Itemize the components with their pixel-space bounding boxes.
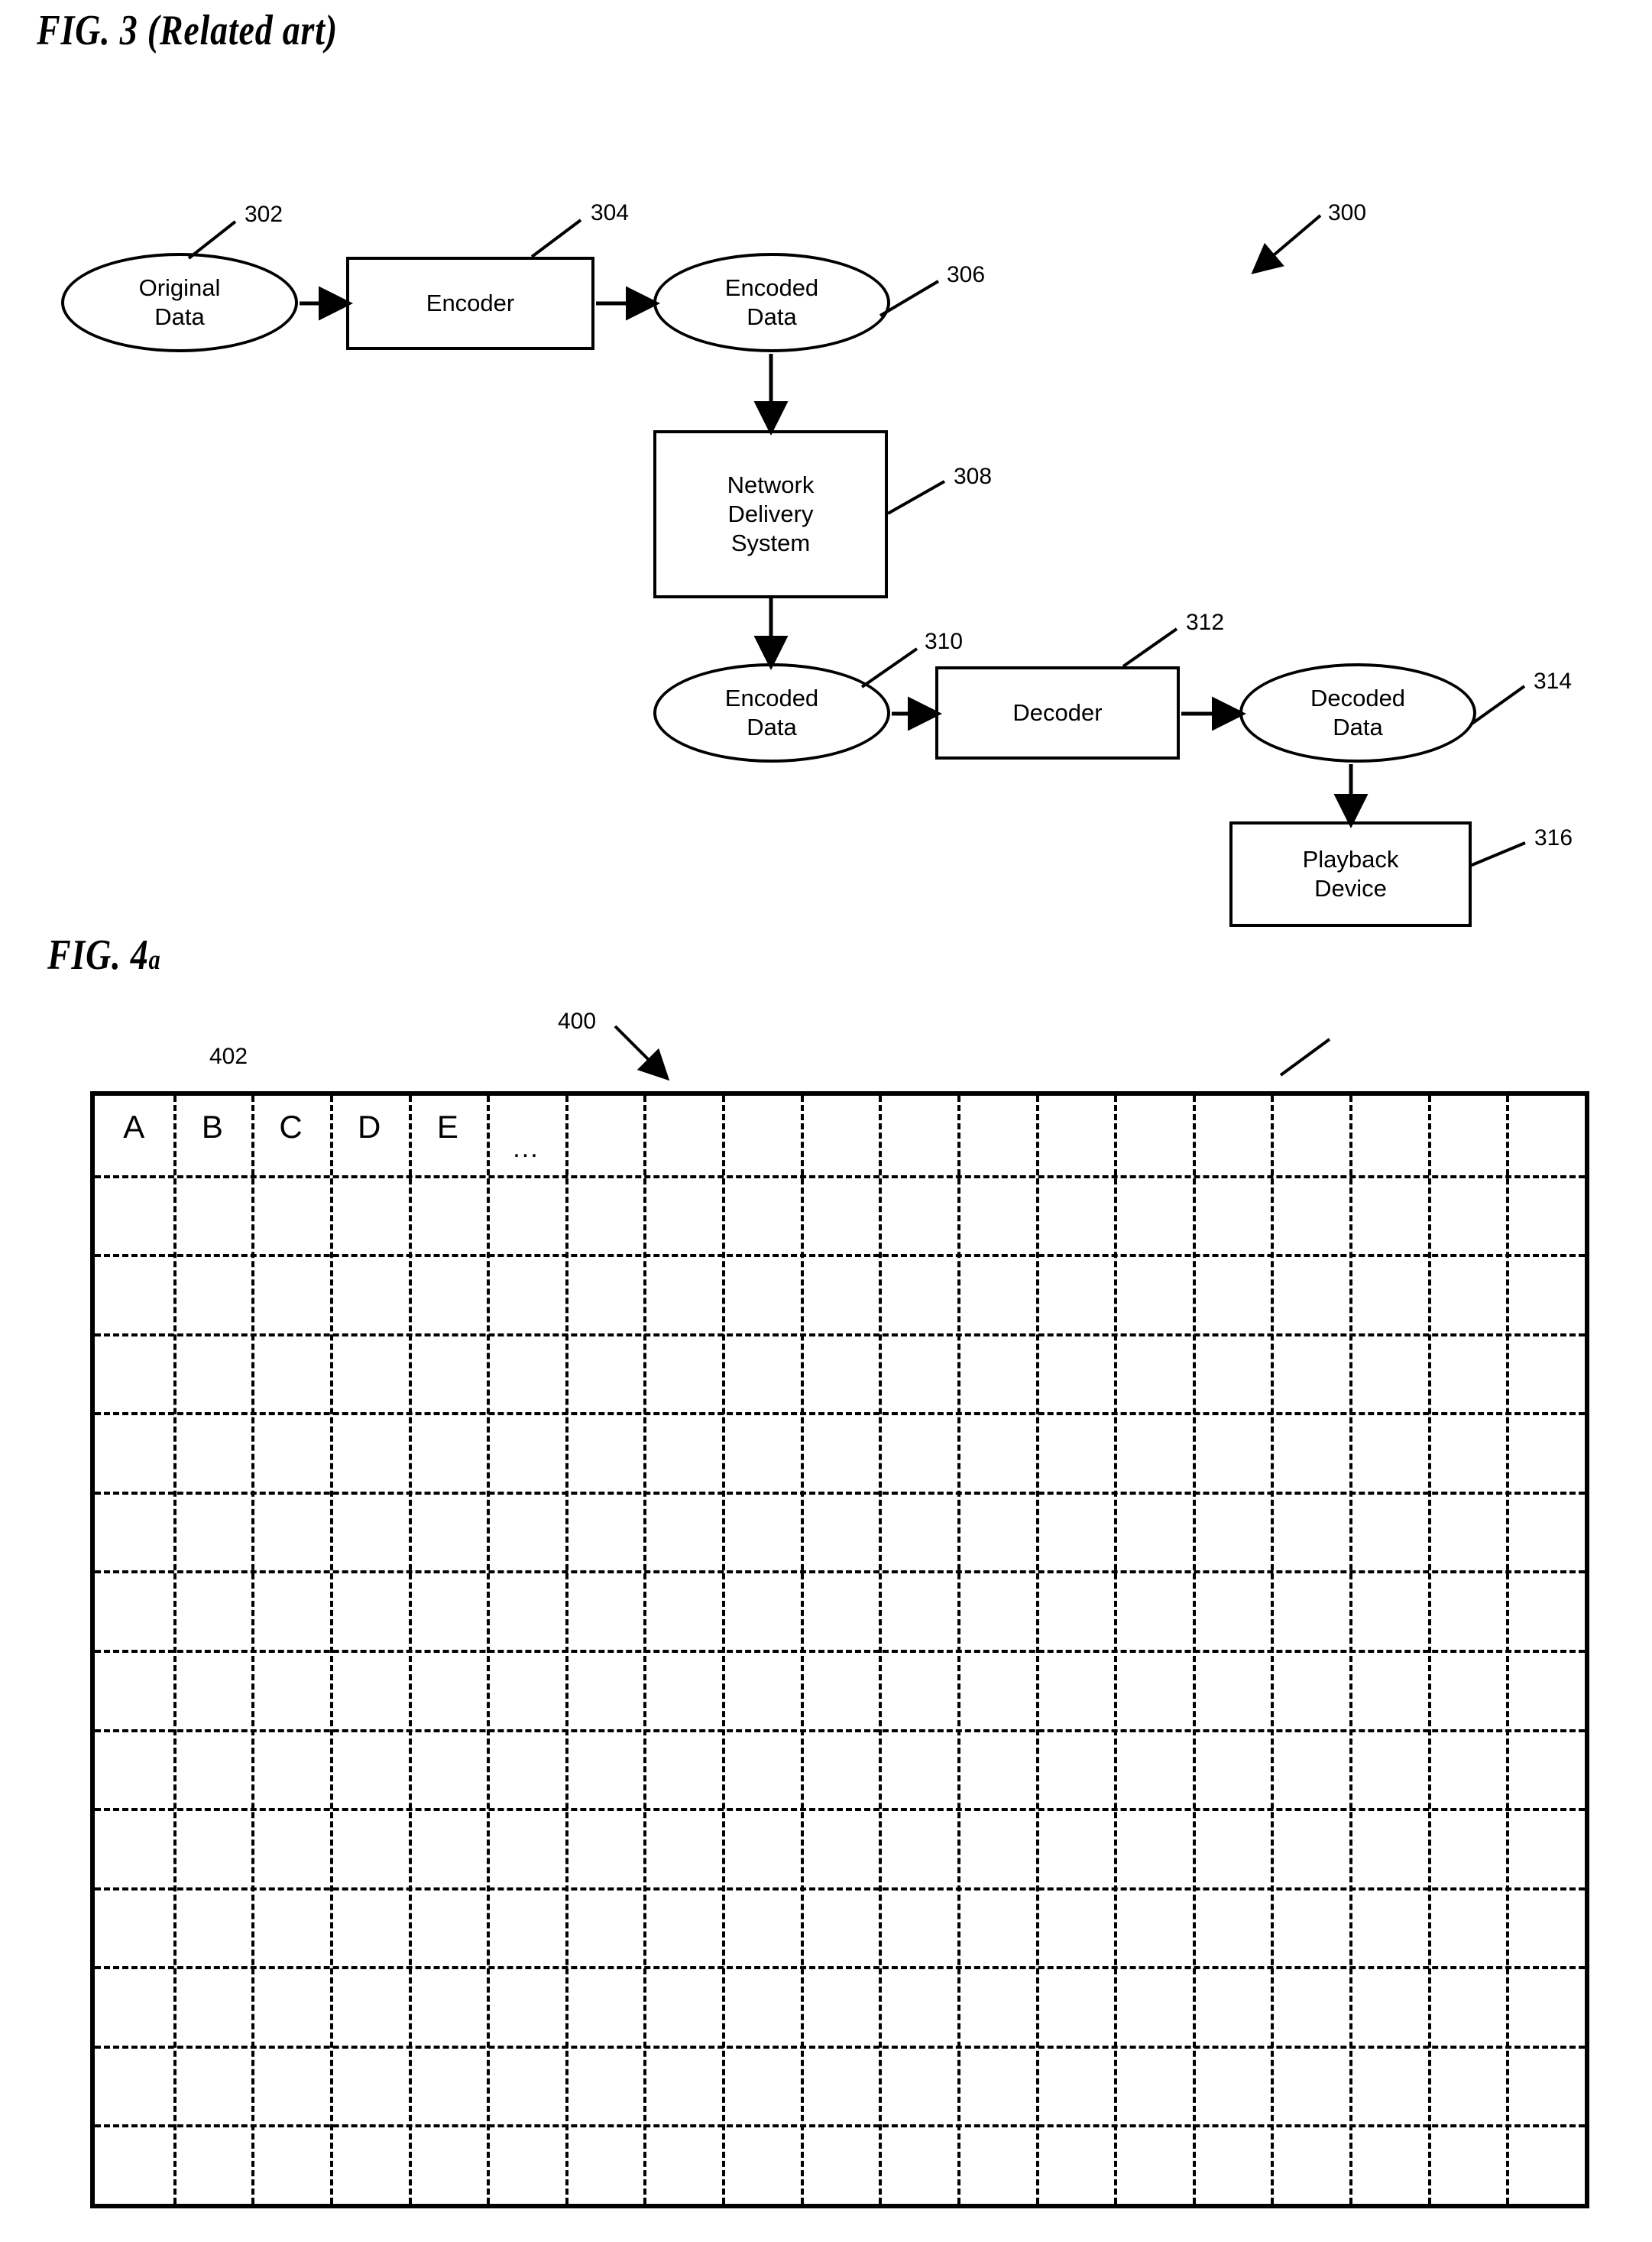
node-original-data (61, 253, 298, 352)
ref-numeral-304: 304 (591, 200, 630, 225)
grid-row-divider (95, 1491, 1585, 1495)
grid-column-header-d: D (358, 1109, 381, 1145)
figure-4a-title-sub: a (148, 944, 161, 975)
grid-400: A B C D E... (90, 1091, 1589, 2208)
grid-column-header-ellipsis: ... (513, 1134, 539, 1163)
grid-column-header-b: B (201, 1109, 223, 1145)
ref-numeral-402-visible: 402 (209, 1044, 248, 1069)
ref-numeral-310: 310 (925, 629, 964, 654)
grid-row-divider (95, 1808, 1585, 1812)
grid-row-divider (95, 1412, 1585, 1416)
grid-row-divider (95, 2045, 1585, 2049)
ref-numeral-312: 312 (1186, 610, 1225, 635)
node-playback-device (1229, 821, 1472, 927)
node-network-delivery-system (653, 430, 888, 598)
grid-row-divider (95, 1887, 1585, 1890)
node-decoded-data (1239, 663, 1476, 763)
grid-row-divider (95, 1174, 1585, 1178)
figure-4a-title-main: FIG. 4 (47, 931, 149, 979)
node-encoded-data-2 (653, 663, 890, 763)
grid-row-divider (95, 1333, 1585, 1336)
grid-row-divider (95, 1728, 1585, 1732)
node-decoder (935, 666, 1180, 760)
grid-row-divider (95, 1254, 1585, 1258)
ref-numeral-314: 314 (1534, 669, 1573, 694)
grid-row-divider (95, 2124, 1585, 2128)
node-encoded-data-1 (653, 253, 890, 352)
grid-row-divider (95, 1570, 1585, 1574)
ref-numeral-302: 302 (245, 202, 283, 227)
grid-column-header-c: C (279, 1109, 303, 1145)
grid-row-divider (95, 1650, 1585, 1653)
grid-column-header-e: E (436, 1109, 458, 1145)
grid-lines (95, 1096, 1585, 2204)
ref-numeral-306: 306 (947, 262, 986, 287)
grid-column-header-a: A (123, 1109, 145, 1145)
ref-numeral-400: 400 (558, 1009, 597, 1034)
grid-row-divider (95, 1966, 1585, 1970)
ref-numeral-308: 308 (954, 464, 993, 489)
ref-numeral-316: 316 (1534, 825, 1573, 850)
figure-4a-title: FIG. 4a (47, 931, 160, 980)
node-encoder (346, 257, 594, 350)
figure-3-title: FIG. 3 (Related art) (37, 7, 338, 54)
patent-drawing-sheet: FIG. 3 (Related art) Original Data Encod… (0, 0, 1652, 2242)
ref-numeral-300: 300 (1328, 200, 1367, 225)
